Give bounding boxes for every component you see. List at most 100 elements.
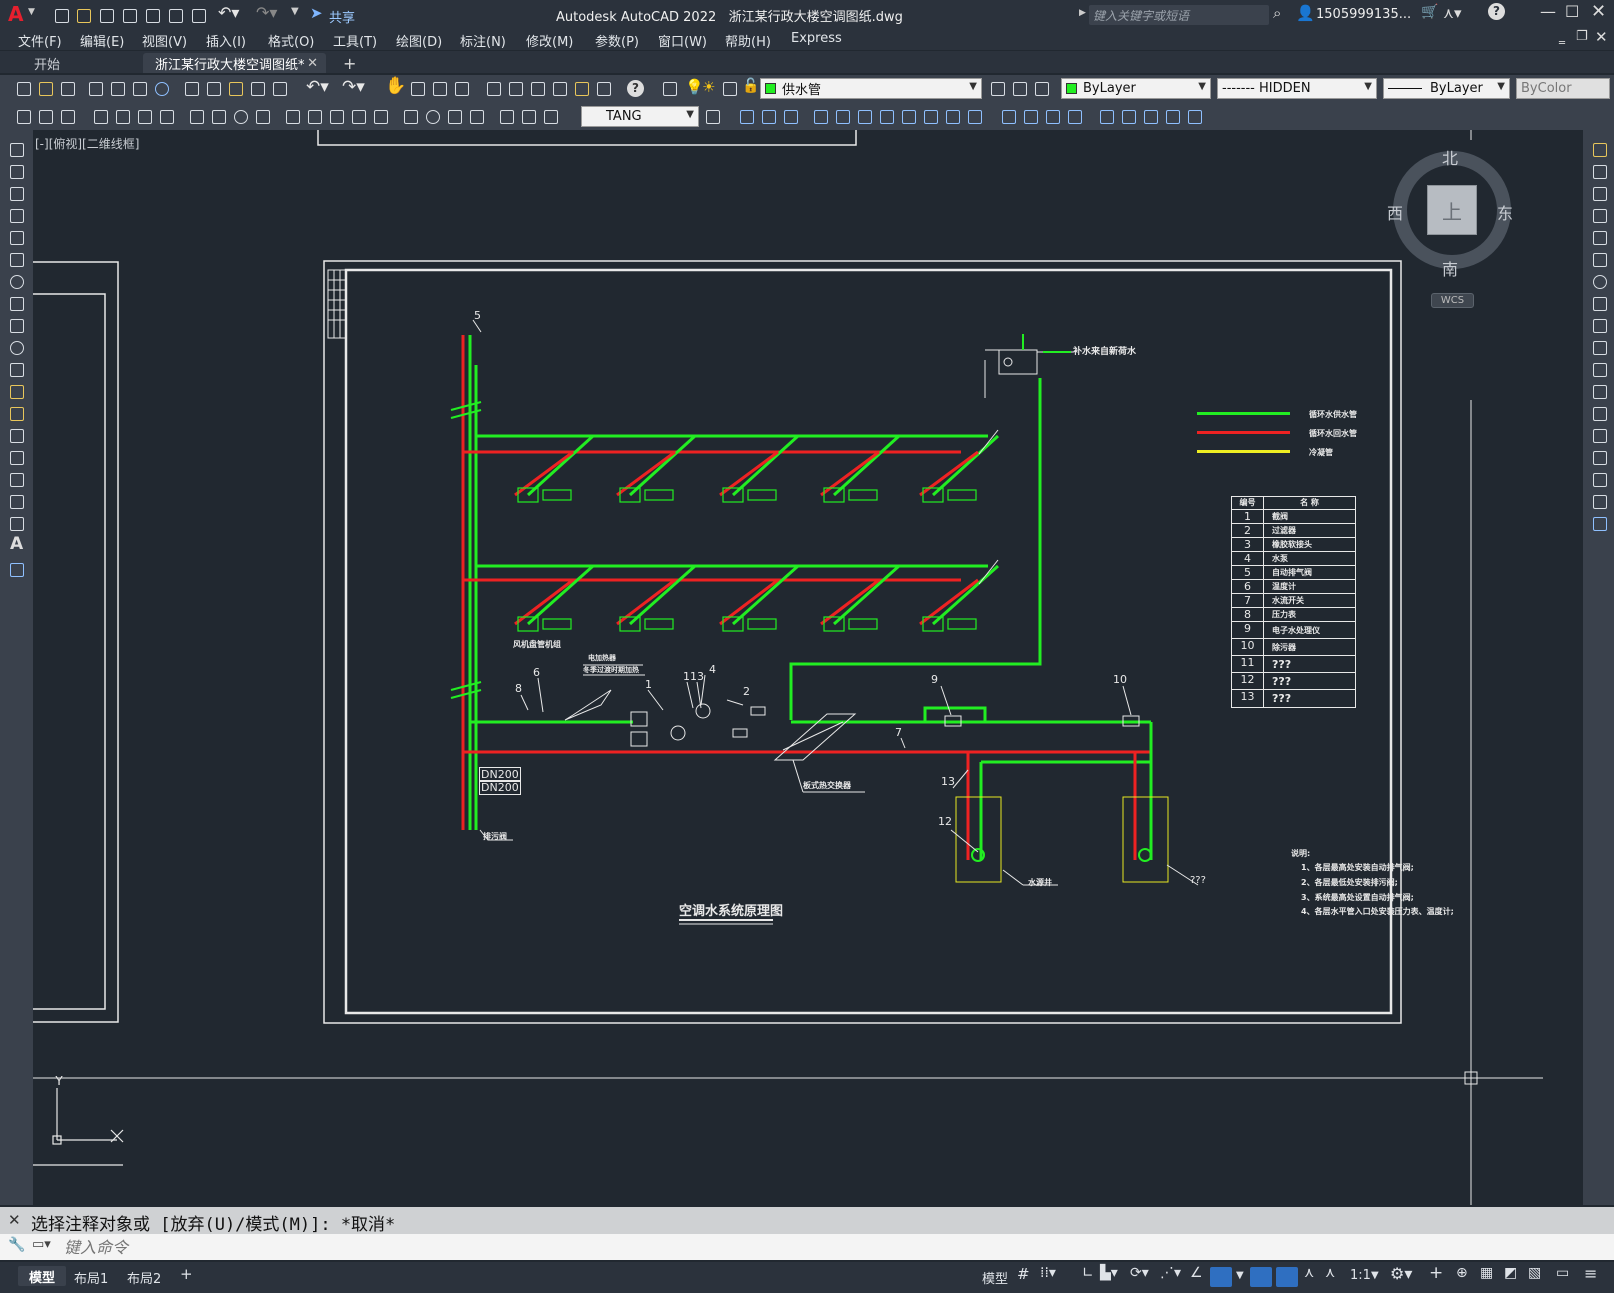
make-current-layer-icon[interactable] — [988, 79, 1006, 97]
tab-start[interactable]: 开始 — [26, 53, 142, 73]
region-icon[interactable] — [7, 492, 25, 510]
web-mobile-open-icon[interactable] — [143, 6, 161, 24]
arc-length-icon[interactable] — [135, 107, 153, 125]
sheet-set-icon[interactable] — [550, 79, 568, 97]
menu-draw[interactable]: 绘图(D) — [396, 31, 442, 50]
recent-commands-icon[interactable]: ▭▾ — [32, 1237, 51, 1252]
mirror-icon[interactable] — [1590, 184, 1608, 202]
markup-icon[interactable] — [572, 79, 590, 97]
menu-insert[interactable]: 插入(I) — [206, 31, 246, 50]
viewcube-west[interactable]: 西 — [1387, 200, 1403, 224]
zoom-window-icon[interactable] — [430, 79, 448, 97]
chamfer-icon[interactable] — [1590, 448, 1608, 466]
layer-dropdown[interactable]: 供水管 ▼ — [760, 78, 982, 99]
save-icon[interactable] — [58, 79, 76, 97]
user-icon[interactable]: 👤 — [1296, 4, 1315, 22]
arc-icon[interactable] — [7, 250, 25, 268]
point-icon[interactable] — [7, 426, 25, 444]
tab-close-icon[interactable]: ✕ — [307, 56, 318, 71]
layout-tab-model[interactable]: 模型 — [18, 1266, 66, 1286]
dim-update-icon[interactable] — [541, 107, 559, 125]
move-icon[interactable] — [1590, 250, 1608, 268]
viewcube-top-face[interactable]: 上 — [1427, 185, 1477, 235]
wcs-menu[interactable]: WCS — [1431, 293, 1474, 308]
dim-edit-icon[interactable] — [497, 107, 515, 125]
ellipse-arc-icon[interactable] — [7, 360, 25, 378]
menu-dimension[interactable]: 标注(N) — [460, 31, 506, 50]
modify-icon-15[interactable] — [1065, 107, 1083, 125]
modify-icon-19[interactable] — [1163, 107, 1181, 125]
fillet-icon[interactable] — [1590, 470, 1608, 488]
snap-icon[interactable]: ⁞⁞▾ — [1040, 1265, 1056, 1281]
offset-icon[interactable] — [1590, 206, 1608, 224]
customize-status-icon[interactable]: ≡ — [1584, 1264, 1597, 1283]
aligned-dim-icon[interactable] — [113, 107, 131, 125]
undo-icon[interactable]: ↶▾ — [306, 77, 329, 97]
search-input[interactable]: 键入关键字或短语 — [1089, 5, 1269, 25]
linetype-dropdown[interactable]: ------- HIDDEN ▼ — [1217, 78, 1377, 99]
layer-on-icon[interactable]: 💡 — [685, 78, 704, 96]
plot-icon[interactable] — [189, 6, 207, 24]
menu-help[interactable]: 帮助(H) — [725, 31, 771, 50]
dim-break-icon[interactable] — [371, 107, 389, 125]
graphics-performance-icon[interactable]: ▧ — [1528, 1265, 1541, 1281]
construction-line-icon[interactable] — [7, 162, 25, 180]
publish-icon[interactable] — [130, 79, 148, 97]
customize-icon[interactable]: 🔧 — [8, 1237, 25, 1253]
ellipse-icon[interactable] — [7, 338, 25, 356]
user-name[interactable]: 1505999135... — [1316, 7, 1411, 22]
lineweight-toggle-icon[interactable] — [1250, 1267, 1272, 1287]
copy-object-icon[interactable] — [1590, 162, 1608, 180]
join-icon[interactable] — [1590, 426, 1608, 444]
drawing-title[interactable]: 空调水系统原理图 — [679, 900, 783, 919]
layer-previous-icon[interactable] — [1010, 79, 1028, 97]
revision-cloud-icon[interactable] — [7, 294, 25, 312]
ortho-icon[interactable]: ▙▾ — [1100, 1265, 1118, 1281]
center-mark-icon[interactable] — [423, 107, 441, 125]
doc-close-icon[interactable]: ✕ — [1595, 28, 1608, 46]
annotate-icon-2[interactable] — [36, 107, 54, 125]
modify-icon-1[interactable] — [737, 107, 755, 125]
modify-icon-12[interactable] — [999, 107, 1017, 125]
radius-dim-icon[interactable] — [187, 107, 205, 125]
drawing-canvas[interactable]: [-][俯视][二维线框] Y 循环水供水管 循环水回水管 冷凝管 编号 名 称… — [33, 130, 1583, 1205]
layer-freeze-icon[interactable]: ☀ — [702, 78, 715, 96]
save-as-icon[interactable] — [120, 6, 138, 24]
maximize-icon[interactable]: ☐ — [1565, 2, 1579, 21]
command-close-icon[interactable]: ✕ — [8, 1211, 21, 1229]
text-style-dropdown[interactable]: TANG ▼ — [581, 106, 699, 127]
modify-icon-2[interactable] — [759, 107, 777, 125]
erase-icon[interactable] — [1590, 140, 1608, 158]
break-icon[interactable] — [1590, 404, 1608, 422]
command-input[interactable] — [64, 1236, 1594, 1258]
modify-icon-7[interactable] — [877, 107, 895, 125]
spline-icon[interactable] — [7, 316, 25, 334]
linear-dim-icon[interactable] — [91, 107, 109, 125]
jogged-dim-icon[interactable] — [209, 107, 227, 125]
modify-icon-4[interactable] — [811, 107, 829, 125]
hatch-icon[interactable] — [7, 448, 25, 466]
diameter-dim-icon[interactable] — [231, 107, 249, 125]
isodraft-icon[interactable]: ⋰▾ — [1160, 1265, 1181, 1281]
app-menu-chevron-icon[interactable]: ▼ — [28, 7, 35, 17]
modify-icon-16[interactable] — [1097, 107, 1115, 125]
array-icon[interactable] — [1590, 228, 1608, 246]
menu-edit[interactable]: 编辑(E) — [80, 31, 124, 50]
quick-properties-icon[interactable]: ▦ — [1480, 1265, 1493, 1281]
baseline-dim-icon[interactable] — [305, 107, 323, 125]
help-icon[interactable]: ? — [627, 80, 644, 97]
lineweight-dropdown[interactable]: ByLayer ▼ — [1383, 78, 1510, 99]
design-center-icon[interactable] — [506, 79, 524, 97]
layer-lock-icon[interactable]: 🔓 — [742, 78, 759, 94]
layout-tab-2[interactable]: 布局2 — [127, 1268, 161, 1287]
properties-icon[interactable] — [484, 79, 502, 97]
jogged-linear-icon[interactable] — [467, 107, 485, 125]
gradient-icon[interactable] — [7, 470, 25, 488]
modify-icon-8[interactable] — [899, 107, 917, 125]
annotation-scale-icon[interactable]: ⋏ — [1325, 1265, 1335, 1281]
ordinate-dim-icon[interactable] — [157, 107, 175, 125]
save-icon[interactable] — [97, 6, 115, 24]
help-icon[interactable]: ? — [1488, 3, 1505, 20]
block-editor-icon[interactable] — [270, 79, 288, 97]
dim-style-icon[interactable] — [703, 107, 721, 125]
